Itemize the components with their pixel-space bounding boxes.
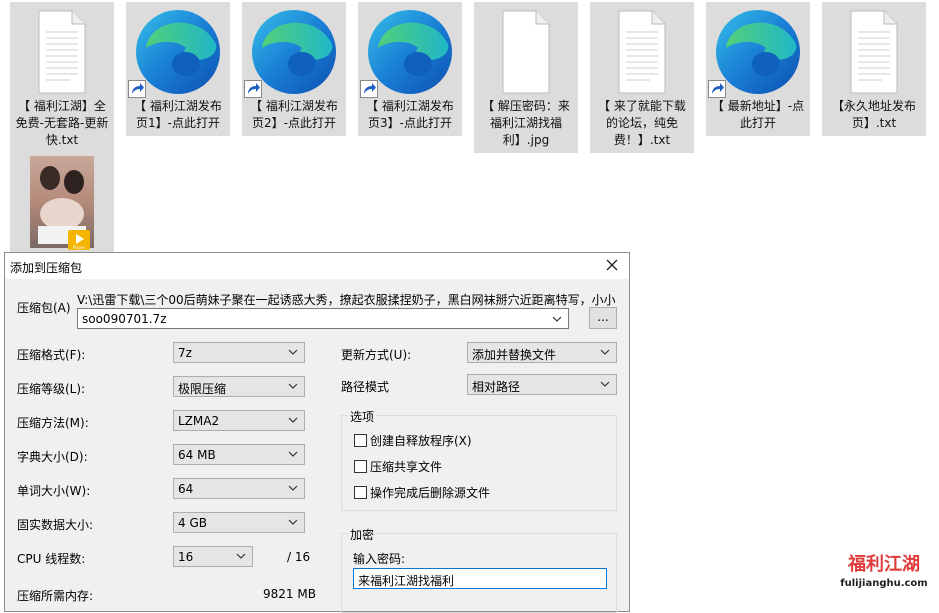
file-video[interactable]: Player (10, 152, 114, 252)
word-value: 64 (178, 482, 194, 496)
method-value: LZMA2 (178, 414, 220, 428)
dict-value: 64 MB (178, 448, 216, 462)
file-shortcut-page2[interactable]: 【 福利江湖发布页2】-点此打开 (242, 2, 346, 136)
file-label: 【 福利江湖发布页1】-点此打开 (134, 99, 222, 130)
shortcut-arrow-icon (244, 80, 262, 98)
text-file-icon (10, 8, 114, 98)
chevron-down-icon (288, 417, 298, 423)
word-select[interactable]: 64 (173, 478, 305, 499)
level-select[interactable]: 极限压缩 (173, 376, 305, 397)
file-label: 【 解压密码：来福利江湖找福利】.jpg (482, 99, 570, 147)
shortcut-arrow-icon (128, 80, 146, 98)
fulijianghu-logo: 福利江湖 fulijianghu.com (840, 553, 927, 589)
file-shortcut-latest[interactable]: 【 最新地址】-点此打开 (706, 2, 810, 136)
file-label: 【 福利江湖发布页3】-点此打开 (366, 99, 454, 130)
file-jpg-password[interactable]: 【 解压密码：来福利江湖找福利】.jpg (474, 2, 578, 153)
pathmode-label: 路径模式 (341, 380, 390, 394)
encrypt-title: 加密 (348, 526, 377, 543)
encrypt-group: 加密 输入密码: 来福利江湖找福利 (341, 526, 617, 613)
text-file-icon (590, 8, 694, 98)
file-txt-quanmianfei[interactable]: 【 福利江湖】全免费-无套路-更新快.txt (10, 2, 114, 153)
video-thumbnail: Player (10, 152, 114, 252)
format-label: 压缩格式(F): (17, 348, 86, 362)
shared-checkbox-label: 压缩共享文件 (370, 460, 443, 474)
file-label: 【 来了就能下载的论坛，纯免费！】.txt (598, 99, 686, 147)
svg-text:Player: Player (73, 245, 86, 250)
level-label: 压缩等级(L): (17, 382, 86, 396)
threads-total: / 16 (287, 550, 311, 564)
archive-name-combo[interactable]: soo090701.7z (77, 308, 569, 329)
dict-label: 字典大小(D): (17, 450, 88, 464)
image-file-icon (474, 8, 578, 98)
chevron-down-icon (552, 316, 562, 322)
solid-select[interactable]: 4 GB (173, 512, 305, 533)
player-badge-icon: Player (68, 230, 90, 250)
file-shortcut-page1[interactable]: 【 福利江湖发布页1】-点此打开 (126, 2, 230, 136)
options-group: 选项 创建自释放程序(X) 压缩共享文件 操作完成后删除源文件 (341, 408, 617, 511)
edge-browser-icon (126, 8, 230, 98)
shortcut-arrow-icon (708, 80, 726, 98)
update-value: 添加并替换文件 (472, 348, 557, 362)
update-select[interactable]: 添加并替换文件 (467, 342, 617, 363)
update-label: 更新方式(U): (341, 348, 412, 362)
close-icon[interactable] (603, 256, 621, 274)
dict-select[interactable]: 64 MB (173, 444, 305, 465)
chevron-down-icon (288, 519, 298, 525)
dialog-title: 添加到压缩包 (10, 261, 83, 275)
delete-source-checkbox-label: 操作完成后删除源文件 (370, 486, 491, 500)
edge-browser-icon (358, 8, 462, 98)
solid-value: 4 GB (178, 516, 207, 530)
svg-text:fulijianghu.com: fulijianghu.com (840, 578, 927, 589)
browse-button[interactable]: ... (589, 307, 617, 329)
file-label: 【 福利江湖】全免费-无套路-更新快.txt (15, 99, 109, 147)
pathmode-select[interactable]: 相对路径 (467, 374, 617, 395)
file-shortcut-page3[interactable]: 【 福利江湖发布页3】-点此打开 (358, 2, 462, 136)
chevron-down-icon (600, 349, 610, 355)
level-value: 极限压缩 (178, 382, 227, 396)
chevron-down-icon (288, 485, 298, 491)
chevron-down-icon (288, 349, 298, 355)
threads-label: CPU 线程数: (17, 552, 86, 566)
options-title: 选项 (348, 408, 377, 425)
format-value: 7z (178, 346, 192, 360)
password-input[interactable]: 来福利江湖找福利 (353, 568, 607, 589)
shared-checkbox[interactable]: 压缩共享文件 (354, 458, 442, 475)
file-label: 【永久地址发布页】.txt (831, 99, 916, 130)
svg-text:福利江湖: 福利江湖 (847, 553, 920, 575)
chevron-down-icon (600, 381, 610, 387)
solid-label: 固实数据大小: (17, 518, 94, 532)
shortcut-arrow-icon (360, 80, 378, 98)
sfx-checkbox[interactable]: 创建自释放程序(X) (354, 432, 472, 449)
chevron-down-icon (236, 553, 246, 559)
file-label: 【 最新地址】-点此打开 (711, 99, 805, 130)
archive-path-text: V:\迅雷下载\三个00后萌妹子聚在一起诱惑大秀，撩起衣服揉捏奶子，黑白网袜掰穴… (77, 293, 615, 307)
pathmode-value: 相对路径 (472, 380, 521, 394)
archive-name-value: soo090701.7z (82, 312, 167, 326)
archive-label: 压缩包(A) (17, 301, 71, 315)
chevron-down-icon (288, 383, 298, 389)
chevron-down-icon (288, 451, 298, 457)
method-label: 压缩方法(M): (17, 416, 89, 430)
edge-browser-icon (242, 8, 346, 98)
threads-select[interactable]: 16 (173, 546, 253, 567)
file-label: 【 福利江湖发布页2】-点此打开 (250, 99, 338, 130)
threads-value: 16 (178, 550, 194, 564)
dialog-titlebar[interactable]: 添加到压缩包 (5, 253, 629, 279)
delete-source-checkbox[interactable]: 操作完成后删除源文件 (354, 484, 490, 501)
file-txt-permanent[interactable]: 【永久地址发布页】.txt (822, 2, 926, 136)
file-txt-forum[interactable]: 【 来了就能下载的论坛，纯免费！】.txt (590, 2, 694, 153)
password-value: 来福利江湖找福利 (358, 574, 455, 588)
word-label: 单词大小(W): (17, 484, 91, 498)
method-select[interactable]: LZMA2 (173, 410, 305, 431)
memory-label: 压缩所需内存: (17, 589, 94, 603)
edge-browser-icon (706, 8, 810, 98)
add-to-archive-dialog: 添加到压缩包 压缩包(A) V:\迅雷下载\三个00后萌妹子聚在一起诱惑大秀，撩… (4, 252, 630, 613)
text-file-icon (822, 8, 926, 98)
sfx-checkbox-label: 创建自释放程序(X) (370, 434, 472, 448)
format-select[interactable]: 7z (173, 342, 305, 363)
password-label: 输入密码: (353, 552, 406, 566)
